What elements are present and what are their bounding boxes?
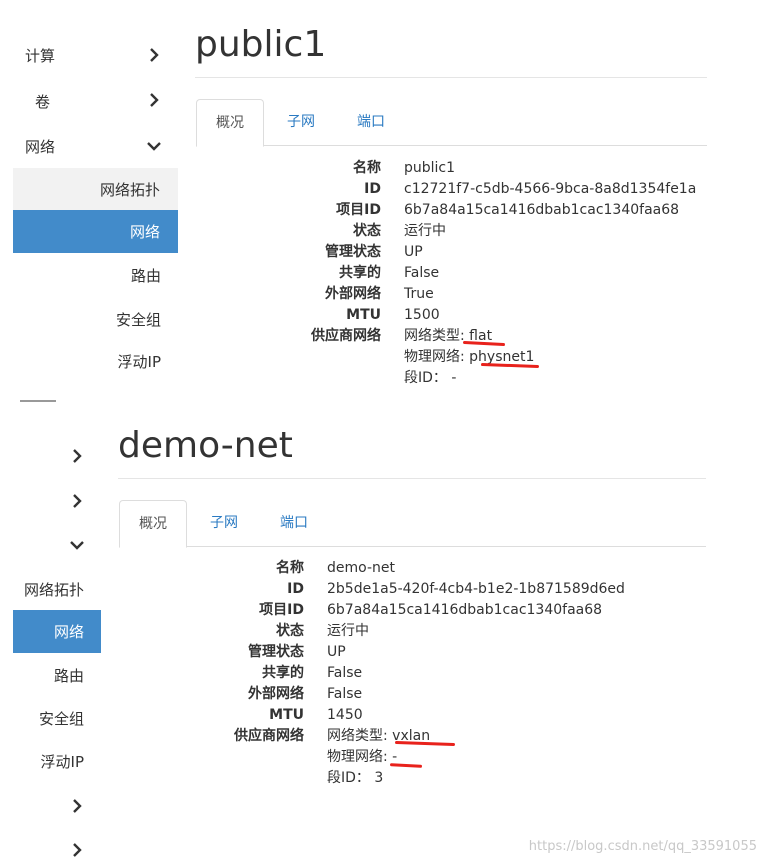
chevron-down-icon[interactable] (145, 137, 163, 155)
detail-value: 6b7a84a15ca1416dbab1cac1340faa68 (404, 202, 680, 218)
detail-row: 状态 (0, 621, 304, 642)
detail-row: MTU (0, 705, 304, 726)
chevron-right-icon[interactable] (68, 447, 86, 465)
detail-row: MTU (0, 305, 381, 326)
detail-row: ID (0, 179, 381, 200)
page-title: demo-net (118, 425, 293, 466)
detail-row: 管理状态 (0, 242, 381, 263)
detail-value: c12721f7-c5db-4566-9bca-8a8d1354fe1a (404, 181, 697, 197)
detail-row: 状态 (0, 221, 381, 242)
detail-row: 外部网络 (0, 684, 304, 705)
detail-value: 运行中 (404, 223, 446, 239)
detail-value: False (327, 665, 363, 681)
detail-row: 共享的 (0, 263, 381, 284)
tabs-baseline (119, 546, 706, 547)
detail-value: 运行中 (327, 623, 369, 639)
sidebar-item-volumes[interactable]: 卷 (35, 91, 50, 112)
page-title: public1 (195, 24, 327, 65)
detail-label: ID (364, 181, 381, 197)
detail-value: 1450 (327, 707, 363, 723)
tab-ports[interactable]: 端口 (340, 99, 402, 145)
detail-row: ID (0, 579, 304, 600)
detail-value: 6b7a84a15ca1416dbab1cac1340faa68 (327, 602, 603, 618)
tab-subnets[interactable]: 子网 (193, 500, 255, 546)
network-detail-panel-demo-net: 网络拓扑 网络 路由 安全组 浮动IP demo-net 概况 子网 端口 名称… (0, 405, 765, 864)
detail-row: 项目ID (0, 200, 381, 221)
sidebar-item-floating-ips[interactable]: 浮动IP (118, 351, 161, 372)
detail-label: MTU (346, 307, 381, 323)
detail-label: 外部网络 (325, 286, 381, 302)
sidebar-item-compute[interactable]: 计算 (25, 45, 55, 66)
network-detail-panel-public1: 计算 卷 网络 网络拓扑 网络 路由 安全组 浮动IP public1 概况 子… (0, 0, 765, 405)
chevron-right-icon[interactable] (145, 91, 163, 109)
detail-label: 项目ID (336, 202, 381, 218)
detail-value-physical-network: 物理网络: - (327, 749, 398, 765)
sidebar-item-floating-ips[interactable]: 浮动IP (41, 751, 84, 772)
detail-row: 项目ID (0, 600, 304, 621)
detail-label: 供应商网络 (311, 328, 381, 344)
title-divider (195, 77, 707, 78)
sidebar-item-network[interactable]: 网络 (25, 136, 55, 157)
detail-value: True (404, 286, 434, 302)
detail-value: UP (327, 644, 346, 660)
detail-label: 外部网络 (248, 686, 304, 702)
watermark: https://blog.csdn.net/qq_33591055 (528, 839, 757, 854)
detail-row: 名称 (0, 158, 381, 179)
chevron-right-icon[interactable] (68, 492, 86, 510)
detail-value: UP (404, 244, 423, 260)
detail-label: 名称 (276, 560, 304, 576)
detail-value: 1500 (404, 307, 440, 323)
title-divider (118, 478, 706, 479)
chevron-right-icon[interactable] (145, 46, 163, 64)
detail-row: 管理状态 (0, 642, 304, 663)
detail-value: public1 (404, 160, 456, 176)
detail-row: 供应商网络 (0, 726, 304, 747)
tab-overview[interactable]: 概况 (196, 99, 264, 147)
tab-overview[interactable]: 概况 (119, 500, 187, 548)
tab-subnets[interactable]: 子网 (270, 99, 332, 145)
tab-ports[interactable]: 端口 (263, 500, 325, 546)
detail-label: ID (287, 581, 304, 597)
detail-row: 外部网络 (0, 284, 381, 305)
detail-value-segment-id: 段ID： 3 (327, 770, 384, 786)
chevron-right-icon[interactable] (68, 797, 86, 815)
chevron-right-icon[interactable] (68, 841, 86, 859)
detail-row: 供应商网络 (0, 326, 381, 347)
detail-value: demo-net (327, 560, 395, 576)
detail-label: MTU (269, 707, 304, 723)
detail-row: 名称 (0, 558, 304, 579)
detail-label: 名称 (353, 160, 381, 176)
detail-value-segment-id: 段ID： - (404, 370, 457, 386)
detail-label: 状态 (353, 223, 381, 239)
detail-row: 共享的 (0, 663, 304, 684)
detail-value: False (404, 265, 440, 281)
detail-label: 共享的 (262, 665, 304, 681)
detail-value: 2b5de1a5-420f-4cb4-b1e2-1b871589d6ed (327, 581, 625, 597)
sidebar-item-clipped (20, 398, 60, 405)
detail-label: 管理状态 (325, 244, 381, 260)
tabs-baseline (196, 145, 707, 146)
chevron-down-icon[interactable] (68, 536, 86, 554)
detail-value: False (327, 686, 363, 702)
detail-label: 供应商网络 (234, 728, 304, 744)
detail-label: 共享的 (339, 265, 381, 281)
detail-label: 管理状态 (248, 644, 304, 660)
detail-label: 状态 (276, 623, 304, 639)
detail-label: 项目ID (259, 602, 304, 618)
